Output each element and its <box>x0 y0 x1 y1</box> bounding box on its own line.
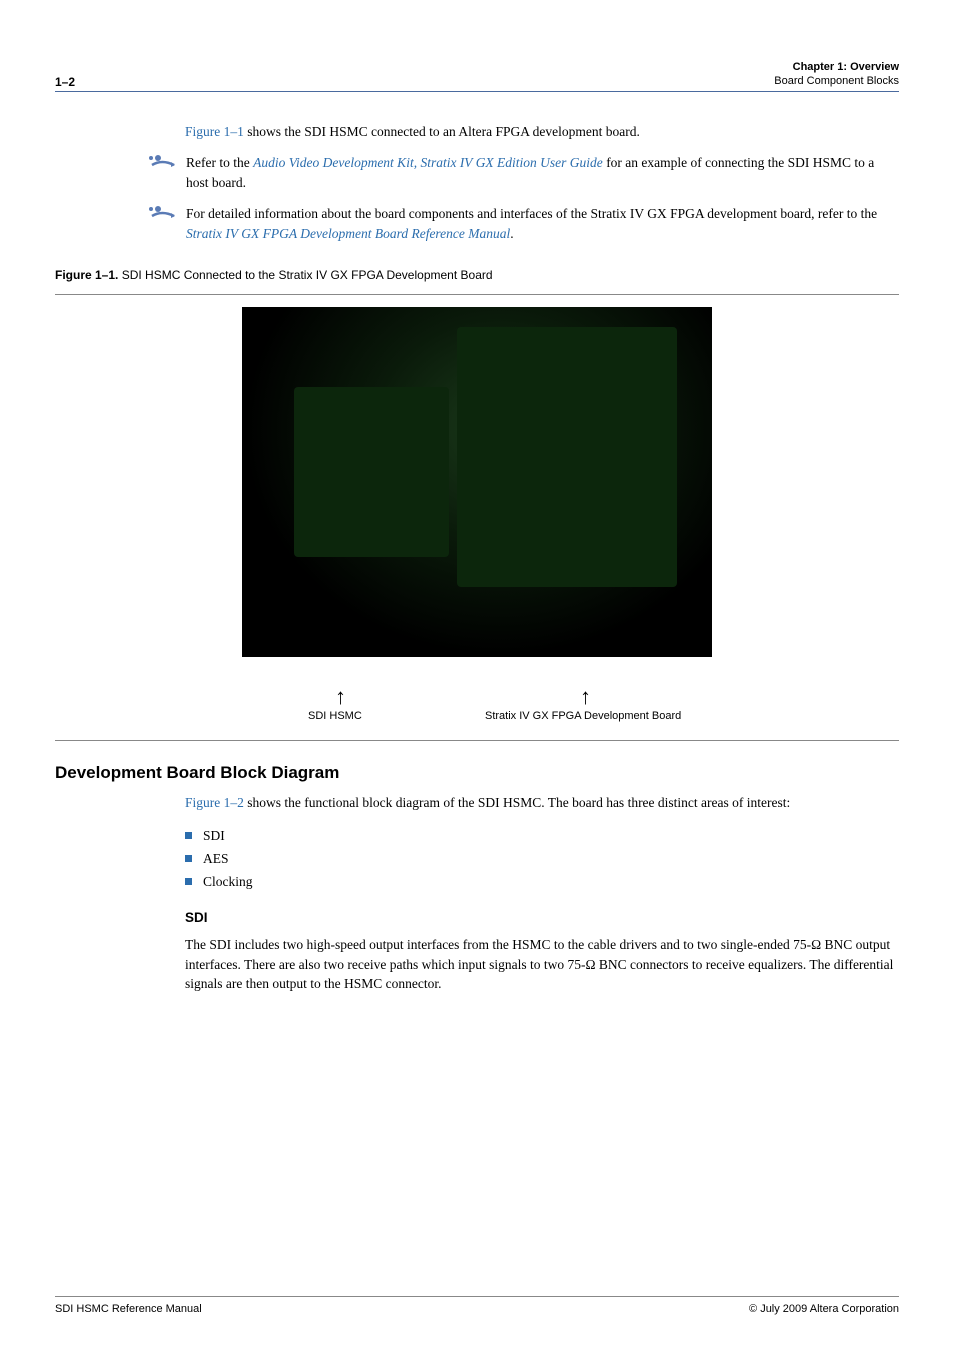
figure-reference: Figure 1–1 <box>185 124 244 139</box>
figure-arrows: ↑ ↑ <box>55 670 899 710</box>
page-footer: SDI HSMC Reference Manual © July 2009 Al… <box>55 1296 899 1315</box>
board-photo <box>242 307 712 657</box>
note2-pre: For detailed information about the board… <box>186 206 877 221</box>
list-item: SDI <box>185 825 899 848</box>
figure-callouts: SDI HSMC Stratix IV GX FPGA Development … <box>55 710 899 730</box>
reference-icon <box>148 155 178 174</box>
section-intro-text: shows the functional block diagram of th… <box>244 795 790 810</box>
list-item: Clocking <box>185 871 899 894</box>
footer-right: © July 2009 Altera Corporation <box>749 1303 899 1315</box>
sdi-paragraph: The SDI includes two high-speed output i… <box>185 935 899 994</box>
intro-text: shows the SDI HSMC connected to an Alter… <box>244 124 640 139</box>
callout-dev-board: Stratix IV GX FPGA Development Board <box>485 710 681 722</box>
arrow-up-icon: ↑ <box>335 684 346 710</box>
page-header: 1–2 Chapter 1: Overview Board Component … <box>55 60 899 92</box>
section-heading: Development Board Block Diagram <box>55 763 899 783</box>
figure-caption-text: SDI HSMC Connected to the Stratix IV GX … <box>122 268 493 282</box>
note2-post: . <box>510 226 513 241</box>
note-text: For detailed information about the board… <box>186 204 899 243</box>
note-reference-1: Refer to the Audio Video Development Kit… <box>148 153 899 192</box>
section-intro: Figure 1–2 shows the functional block di… <box>185 793 899 813</box>
bullet-list: SDI AES Clocking <box>185 825 899 894</box>
callout-sdi-hsmc: SDI HSMC <box>308 710 362 722</box>
figure-container: ↑ ↑ SDI HSMC Stratix IV GX FPGA Developm… <box>55 294 899 741</box>
reference-manual-link[interactable]: Stratix IV GX FPGA Development Board Ref… <box>186 226 510 241</box>
subsection-heading: SDI <box>185 908 899 928</box>
footer-left: SDI HSMC Reference Manual <box>55 1303 202 1315</box>
reference-icon <box>148 206 178 225</box>
arrow-up-icon: ↑ <box>580 684 591 710</box>
note-text: Refer to the Audio Video Development Kit… <box>186 153 899 192</box>
section-crumb: Board Component Blocks <box>774 74 899 88</box>
intro-paragraph: Figure 1–1 shows the SDI HSMC connected … <box>185 122 899 142</box>
user-guide-link[interactable]: Audio Video Development Kit, Stratix IV … <box>253 155 603 170</box>
header-right: Chapter 1: Overview Board Component Bloc… <box>774 60 899 89</box>
page-number: 1–2 <box>55 75 75 89</box>
figure-caption: Figure 1–1. SDI HSMC Connected to the St… <box>55 268 899 282</box>
note1-pre: Refer to the <box>186 155 253 170</box>
note-reference-2: For detailed information about the board… <box>148 204 899 243</box>
figure-reference: Figure 1–2 <box>185 795 244 810</box>
figure-label: Figure 1–1. <box>55 268 118 282</box>
list-item: AES <box>185 848 899 871</box>
chapter-title: Chapter 1: Overview <box>774 60 899 74</box>
